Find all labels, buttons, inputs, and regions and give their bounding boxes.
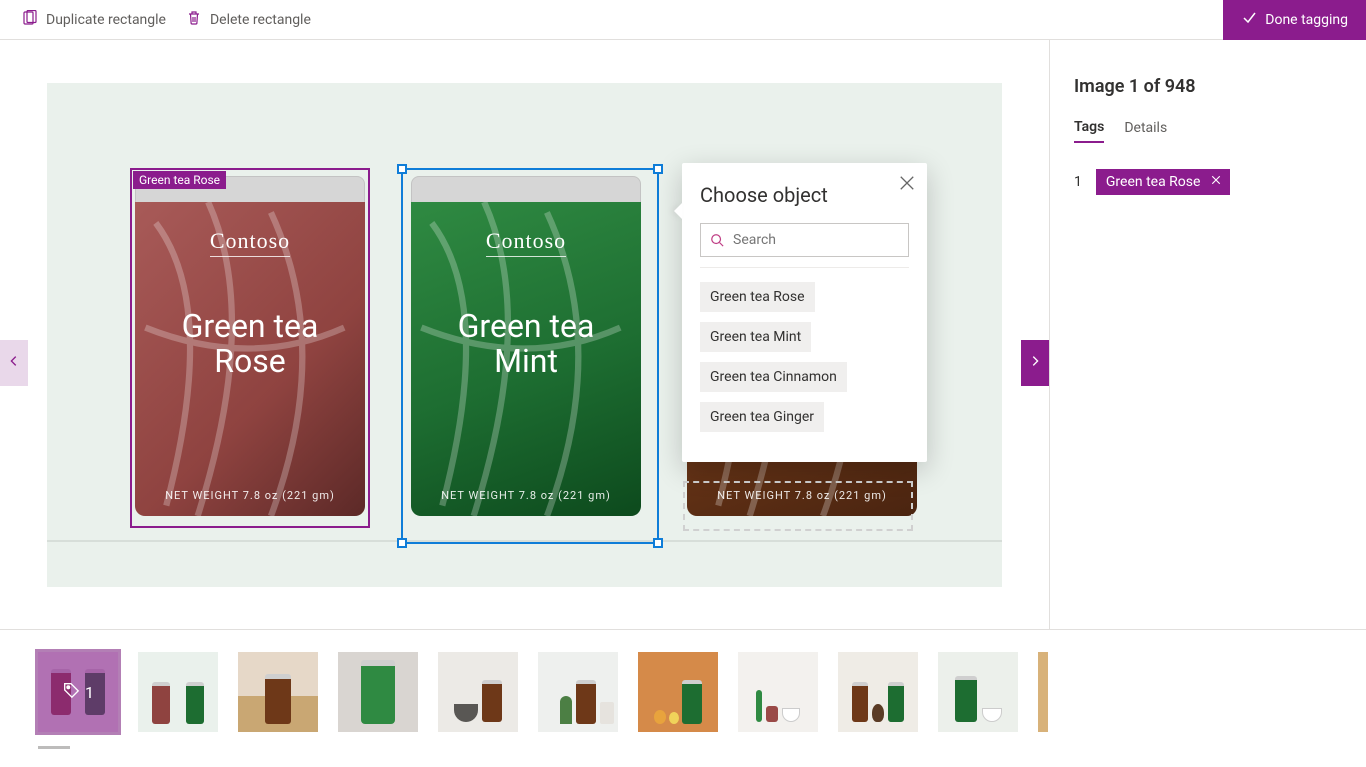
prev-image-button[interactable]: [0, 340, 28, 386]
filmstrip-thumb-9[interactable]: [838, 652, 918, 732]
product-net-weight-label: NET WEIGHT 7.8 oz (221 gm): [441, 489, 611, 502]
tab-tags[interactable]: Tags: [1074, 119, 1104, 143]
product-canister-rose: Contoso Green tea Rose NET WEIGHT 7.8 oz…: [135, 176, 365, 516]
tag-option-rose[interactable]: Green tea Rose: [700, 282, 815, 312]
tag-option-mint[interactable]: Green tea Mint: [700, 322, 811, 352]
chevron-left-icon: [7, 354, 21, 372]
delete-rectangle-button[interactable]: Delete rectangle: [176, 4, 321, 36]
image-counter-title: Image 1 of 948: [1074, 76, 1342, 97]
close-icon: [897, 182, 917, 197]
filmstrip-thumb-8[interactable]: [738, 652, 818, 732]
filmstrip-thumb-7[interactable]: [638, 652, 718, 732]
filmstrip: 1: [0, 629, 1366, 767]
tag-option-ginger[interactable]: Green tea Ginger: [700, 402, 824, 432]
popover-search: [700, 223, 909, 257]
tab-details[interactable]: Details: [1124, 119, 1167, 143]
checkmark-icon: [1241, 10, 1257, 30]
tag-row: 1 Green tea Rose: [1074, 169, 1342, 195]
side-panel: Image 1 of 948 Tags Details 1 Green tea …: [1049, 40, 1366, 629]
choose-object-popover: Choose object Green tea Rose Green tea M…: [682, 163, 927, 462]
side-tabs: Tags Details: [1074, 119, 1342, 143]
filmstrip-thumb-11-partial[interactable]: [1038, 652, 1048, 732]
tag-chip-label: Green tea Rose: [1106, 174, 1201, 190]
top-toolbar: Duplicate rectangle Delete rectangle Don…: [0, 0, 1366, 40]
filmstrip-selected-count: 1: [85, 683, 94, 702]
chevron-right-icon: [1028, 354, 1042, 372]
popover-options: Green tea Rose Green tea Mint Green tea …: [700, 282, 909, 442]
tag-count: 1: [1074, 174, 1082, 190]
filmstrip-thumb-6[interactable]: [538, 652, 618, 732]
resize-handle-tl[interactable]: [397, 164, 407, 174]
done-tagging-button[interactable]: Done tagging: [1223, 0, 1366, 40]
workspace: Contoso Green tea Rose NET WEIGHT 7.8 oz…: [0, 40, 1366, 629]
product-net-weight-label: NET WEIGHT 7.8 oz (221 gm): [165, 489, 335, 502]
filmstrip-thumb-5[interactable]: [438, 652, 518, 732]
filmstrip-scrollbar[interactable]: [38, 746, 70, 749]
tag-icon: [62, 681, 80, 703]
filmstrip-thumb-10[interactable]: [938, 652, 1018, 732]
popover-close-button[interactable]: [897, 173, 917, 193]
done-tagging-label: Done tagging: [1265, 12, 1348, 28]
canvas-stage[interactable]: Contoso Green tea Rose NET WEIGHT 7.8 oz…: [47, 83, 1002, 587]
filmstrip-thumb-4[interactable]: [338, 652, 418, 732]
trash-icon: [186, 10, 202, 30]
product-canister-mint: Contoso Green tea Mint NET WEIGHT 7.8 oz…: [411, 176, 641, 516]
product-flavor-label-rose: Green tea Rose: [182, 309, 319, 379]
resize-handle-tr[interactable]: [653, 164, 663, 174]
duplicate-rectangle-label: Duplicate rectangle: [46, 12, 166, 28]
tag-chip-remove-button[interactable]: [1210, 174, 1222, 190]
tag-option-cinnamon[interactable]: Green tea Cinnamon: [700, 362, 847, 392]
duplicate-rectangle-button[interactable]: Duplicate rectangle: [12, 4, 176, 36]
product-brand-label: Contoso: [210, 228, 290, 257]
close-icon: [1210, 174, 1222, 190]
tag-chip[interactable]: Green tea Rose: [1096, 169, 1231, 195]
product-net-weight-label: NET WEIGHT 7.8 oz (221 gm): [717, 489, 887, 502]
canvas-column: Contoso Green tea Rose NET WEIGHT 7.8 oz…: [0, 40, 1049, 629]
filmstrip-thumb-3[interactable]: [238, 652, 318, 732]
filmstrip-thumb-1[interactable]: 1: [38, 652, 118, 732]
popover-search-input[interactable]: [700, 223, 909, 257]
product-brand-label: Contoso: [486, 228, 566, 257]
delete-rectangle-label: Delete rectangle: [210, 12, 311, 28]
filmstrip-thumb-2[interactable]: [138, 652, 218, 732]
next-image-button[interactable]: [1021, 340, 1049, 386]
duplicate-icon: [22, 10, 38, 30]
product-flavor-label-mint: Green tea Mint: [458, 309, 595, 379]
popover-title: Choose object: [700, 183, 909, 207]
